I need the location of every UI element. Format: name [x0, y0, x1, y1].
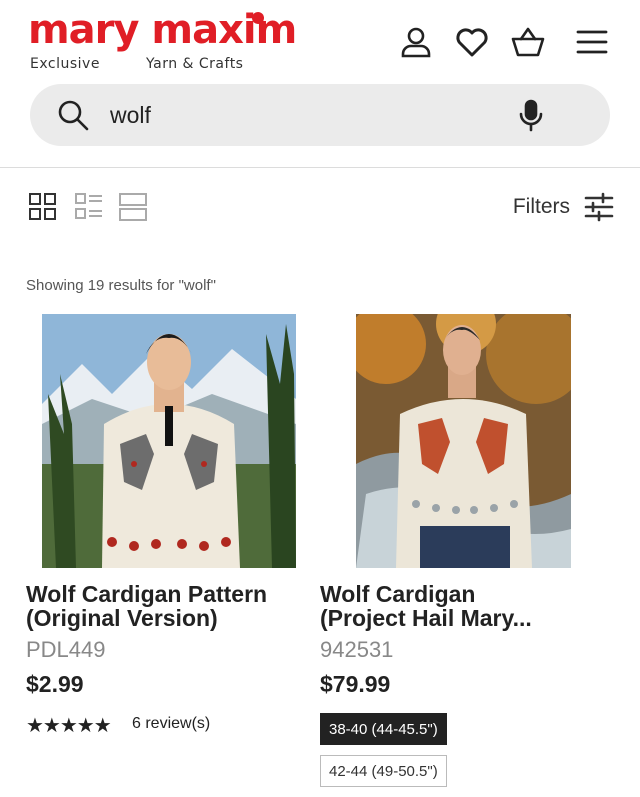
- logo-needle-dot: [252, 12, 264, 24]
- large-view-button[interactable]: [118, 192, 148, 222]
- list-view-button[interactable]: [74, 192, 104, 222]
- microphone-icon[interactable]: [514, 98, 548, 132]
- brand-tagline-right: Yarn & Crafts: [146, 56, 244, 72]
- product-title-line2[interactable]: (Original Version): [26, 606, 218, 630]
- cart-button[interactable]: [508, 22, 548, 62]
- product-price: $79.99: [320, 671, 391, 697]
- product-sku: 942531: [320, 637, 394, 662]
- product-photo-illustration: [42, 314, 296, 568]
- wishlist-heart-icon: [456, 28, 488, 57]
- account-icon: [401, 27, 431, 58]
- grid-view-button[interactable]: [28, 192, 58, 222]
- product-title-line2[interactable]: (Project Hail Mary...: [320, 606, 532, 630]
- site-header: mary maxim Exclusive Yarn & Crafts: [0, 0, 640, 168]
- wishlist-button[interactable]: [452, 22, 492, 62]
- grid-view-icon: [29, 193, 56, 220]
- search-icon[interactable]: [56, 98, 90, 132]
- product-image[interactable]: [42, 314, 296, 568]
- brand-tagline-left: Exclusive: [30, 56, 100, 72]
- search-bar[interactable]: [30, 84, 610, 146]
- list-view-icon: [75, 193, 102, 219]
- filters-button[interactable]: Filters: [513, 190, 614, 224]
- product-sku: PDL449: [26, 637, 106, 662]
- product-price: $2.99: [26, 671, 84, 697]
- product-image[interactable]: [356, 314, 571, 568]
- rating-stars: ★★★★★: [26, 715, 112, 737]
- filters-label: Filters: [512, 195, 570, 218]
- filters-sliders-icon: [584, 192, 614, 222]
- search-input[interactable]: [110, 96, 510, 134]
- menu-icon: [576, 30, 608, 54]
- results-count: Showing 19 results for "wolf": [26, 277, 216, 294]
- large-view-icon: [119, 193, 147, 221]
- brand-logo[interactable]: mary maxim Exclusive Yarn & Crafts: [28, 10, 308, 78]
- product-title-line1[interactable]: Wolf Cardigan: [320, 582, 475, 606]
- size-option-selected[interactable]: 38-40 (44-45.5"): [320, 713, 447, 745]
- cart-basket-icon: [511, 27, 545, 57]
- product-photo-illustration: [356, 314, 571, 568]
- product-title-line1[interactable]: Wolf Cardigan Pattern: [26, 582, 267, 606]
- menu-button[interactable]: [572, 22, 612, 62]
- account-button[interactable]: [396, 22, 436, 62]
- review-count[interactable]: 6 review(s): [132, 715, 210, 733]
- size-option[interactable]: 42-44 (49-50.5"): [320, 755, 447, 787]
